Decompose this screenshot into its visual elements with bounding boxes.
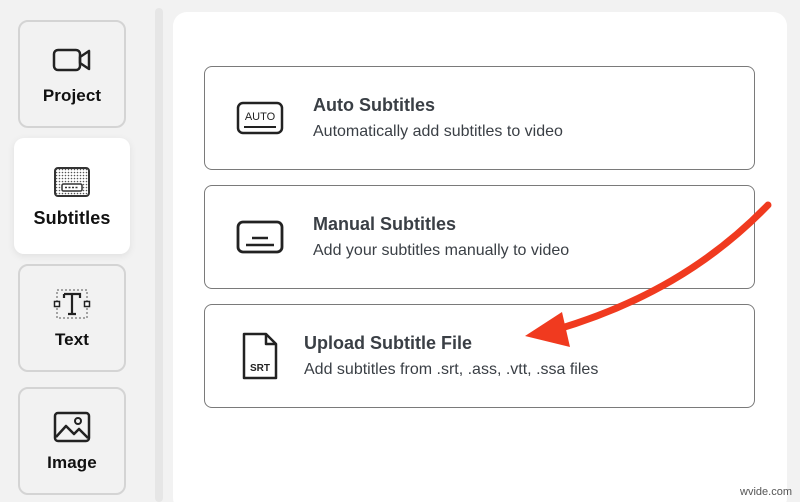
upload-subtitle-file-option[interactable]: SRT Upload Subtitle File Add subtitles f…: [204, 304, 755, 408]
sidebar-item-subtitles[interactable]: Subtitles: [14, 138, 130, 254]
sidebar-item-project[interactable]: Project: [18, 20, 126, 128]
option-description: Add subtitles from .srt, .ass, .vtt, .ss…: [304, 361, 599, 378]
manual-subtitles-option[interactable]: Manual Subtitles Add your subtitles manu…: [204, 185, 755, 289]
sidebar: Project Subtitles Text Image: [0, 0, 163, 502]
video-camera-icon: [52, 42, 92, 78]
sidebar-item-label: Text: [54, 330, 90, 349]
sidebar-item-label: Image: [47, 453, 97, 472]
option-description: Automatically add subtitles to video: [313, 123, 563, 140]
sidebar-item-image[interactable]: Image: [18, 387, 126, 495]
sidebar-item-label: Project: [42, 86, 102, 105]
manual-subtitles-icon: [235, 212, 285, 262]
sidebar-item-label: Subtitles: [33, 207, 111, 228]
text-box-icon: [52, 286, 92, 322]
sidebar-scrollbar[interactable]: [155, 8, 163, 502]
subtitles-icon: [52, 164, 92, 200]
image-icon: [52, 409, 92, 445]
option-title: Auto Subtitles: [313, 95, 435, 115]
option-description: Add your subtitles manually to video: [313, 242, 570, 259]
auto-subtitles-icon: AUTO: [235, 93, 285, 143]
auto-subtitles-option[interactable]: AUTO Auto Subtitles Automatically add su…: [204, 66, 755, 170]
srt-icon-text: SRT: [250, 363, 270, 374]
watermark: wvide.com: [740, 486, 792, 498]
srt-file-icon: SRT: [235, 331, 285, 381]
option-title: Upload Subtitle File: [304, 333, 473, 353]
sidebar-item-text[interactable]: Text: [18, 264, 126, 372]
auto-icon-text: AUTO: [245, 111, 276, 123]
subtitles-panel: AUTO Auto Subtitles Automatically add su…: [173, 12, 787, 502]
app-window: Project Subtitles Text Image AUTO Auto S…: [0, 0, 800, 502]
option-title: Manual Subtitles: [313, 214, 457, 234]
